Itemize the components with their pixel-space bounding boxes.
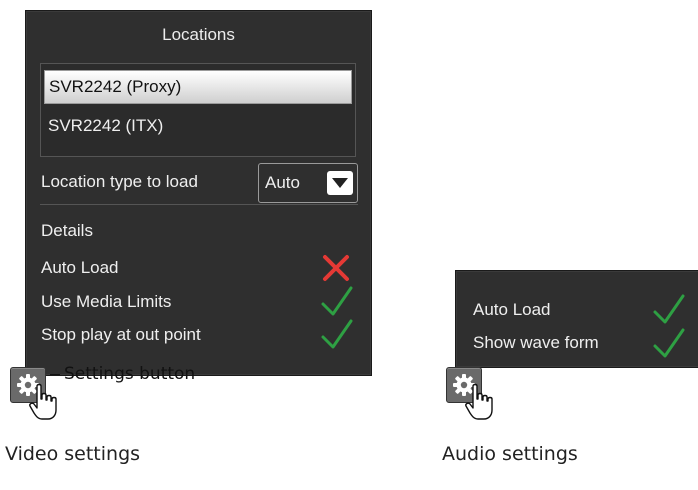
location-item-itx[interactable]: SVR2242 (ITX) <box>44 110 352 142</box>
audio-auto-load-label: Auto Load <box>473 300 551 319</box>
hand-pointer-icon <box>465 383 493 420</box>
callout-line <box>50 373 60 375</box>
video-settings-caption: Video settings <box>5 443 141 465</box>
location-item-proxy[interactable]: SVR2242 (Proxy) <box>44 70 352 104</box>
locations-title: Locations <box>162 25 235 44</box>
audio-settings-caption: Audio settings <box>442 443 578 465</box>
divider <box>40 204 358 205</box>
hand-pointer-icon <box>29 383 57 420</box>
use-media-limits-label: Use Media Limits <box>41 292 172 311</box>
location-type-dropdown[interactable]: Auto <box>258 163 358 203</box>
location-type-value: Auto <box>265 173 300 192</box>
check-icon[interactable] <box>320 317 354 356</box>
show-wave-form-label: Show wave form <box>473 333 599 352</box>
details-label: Details <box>41 221 93 240</box>
audio-settings-panel: Auto Load Show wave form <box>455 270 698 368</box>
callout-label: Settings button <box>64 364 196 384</box>
cross-icon[interactable] <box>322 254 350 287</box>
locations-list[interactable]: SVR2242 (Proxy) SVR2242 (ITX) <box>40 63 356 157</box>
location-type-label: Location type to load <box>41 172 198 191</box>
chevron-down-icon <box>327 171 353 195</box>
auto-load-label: Auto Load <box>41 258 119 277</box>
settings-button-callout: Settings button <box>50 364 195 384</box>
stop-play-at-out-point-label: Stop play at out point <box>41 325 201 344</box>
check-icon[interactable] <box>652 326 686 365</box>
video-settings-panel: Locations SVR2242 (Proxy) SVR2242 (ITX) … <box>25 10 372 376</box>
